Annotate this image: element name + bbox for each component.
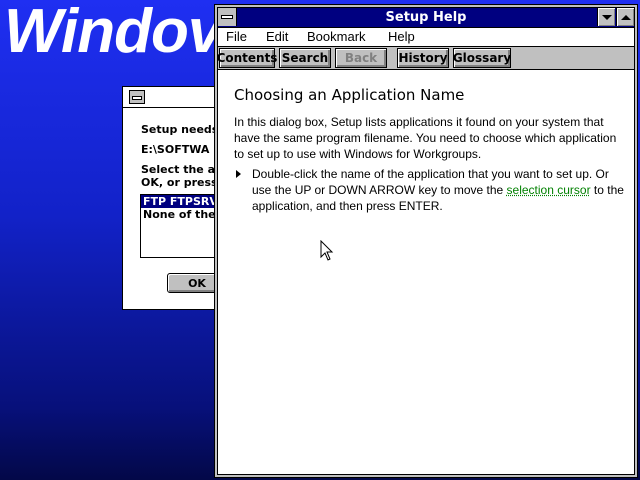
search-button[interactable]: Search (279, 48, 331, 68)
maximize-button[interactable] (616, 8, 634, 26)
dialog-instruction-2: OK, or press (141, 176, 218, 189)
contents-button[interactable]: Contents (217, 48, 277, 68)
menu-bookmark[interactable]: Bookmark (307, 29, 366, 44)
help-titlebar[interactable]: Setup Help (218, 8, 634, 28)
help-window: Setup Help File Edit Bookmark Help Conte… (214, 4, 638, 478)
dialog-path: E:\SOFTWA (141, 143, 210, 156)
help-content: Choosing an Application Name In this dia… (234, 86, 626, 214)
help-window-frame: Setup Help File Edit Bookmark Help Conte… (217, 7, 635, 475)
desktop-title: Windov (4, 0, 222, 66)
menu-edit[interactable]: Edit (266, 29, 288, 44)
window-title: Setup Help (385, 10, 467, 25)
minimize-button[interactable] (597, 8, 615, 26)
back-button[interactable]: Back (335, 48, 387, 68)
button-bar: Contents Search Back History Glossary (217, 47, 634, 70)
topic-bullet: Double-click the name of the application… (234, 166, 626, 214)
bullet-arrow-icon (236, 170, 241, 178)
glossary-button[interactable]: Glossary (453, 48, 511, 68)
menu-file[interactable]: File (226, 29, 247, 44)
minimize-icon (601, 14, 612, 20)
mouse-pointer-icon (320, 240, 334, 261)
selection-cursor-link[interactable]: selection cursor (507, 183, 591, 197)
topic-heading: Choosing an Application Name (234, 86, 465, 104)
system-menu-icon[interactable] (129, 90, 145, 104)
menu-help[interactable]: Help (388, 29, 415, 44)
menu-bar: File Edit Bookmark Help (218, 28, 634, 47)
topic-paragraph: In this dialog box, Setup lists applicat… (234, 115, 617, 161)
maximize-icon (620, 14, 631, 20)
dialog-instruction-1: Select the ap (141, 163, 223, 176)
history-button[interactable]: History (397, 48, 449, 68)
dialog-message: Setup needs (141, 123, 219, 136)
